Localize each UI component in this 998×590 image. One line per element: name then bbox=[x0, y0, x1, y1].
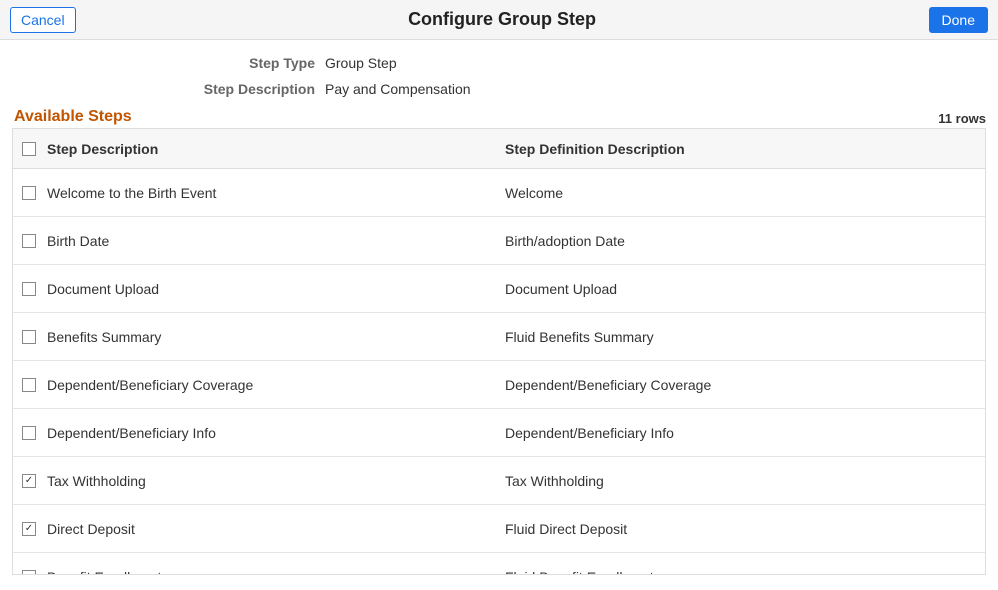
table-row: Dependent/Beneficiary CoverageDependent/… bbox=[13, 361, 985, 409]
row-checkbox[interactable] bbox=[22, 522, 36, 536]
checkbox-cell bbox=[13, 330, 45, 344]
row-checkbox[interactable] bbox=[22, 474, 36, 488]
available-steps-title: Available Steps bbox=[14, 108, 132, 126]
row-checkbox[interactable] bbox=[22, 426, 36, 440]
cell-description: Birth Date bbox=[45, 233, 505, 249]
cell-description: Dependent/Beneficiary Coverage bbox=[45, 377, 505, 393]
col-header-description[interactable]: Step Description bbox=[45, 141, 505, 157]
done-button[interactable]: Done bbox=[929, 7, 988, 33]
cell-definition: Dependent/Beneficiary Coverage bbox=[505, 377, 985, 393]
info-section: Step Type Group Step Step Description Pa… bbox=[0, 40, 998, 108]
available-steps-header: Available Steps 11 rows bbox=[0, 108, 998, 128]
step-desc-value: Pay and Compensation bbox=[325, 81, 471, 97]
col-header-definition[interactable]: Step Definition Description bbox=[505, 141, 985, 157]
cell-definition: Fluid Direct Deposit bbox=[505, 521, 985, 537]
table-row: Benefits SummaryFluid Benefits Summary bbox=[13, 313, 985, 361]
info-row-step-type: Step Type Group Step bbox=[0, 50, 998, 76]
available-steps-table: Step Description Step Definition Descrip… bbox=[12, 128, 986, 575]
table-row: Document UploadDocument Upload bbox=[13, 265, 985, 313]
step-desc-label: Step Description bbox=[0, 81, 325, 97]
select-all-cell bbox=[13, 142, 45, 156]
step-type-value: Group Step bbox=[325, 55, 397, 71]
cell-definition: Fluid Benefits Summary bbox=[505, 329, 985, 345]
row-checkbox[interactable] bbox=[22, 186, 36, 200]
table-row: Birth DateBirth/adoption Date bbox=[13, 217, 985, 265]
checkbox-cell bbox=[13, 426, 45, 440]
checkbox-cell bbox=[13, 378, 45, 392]
cancel-button[interactable]: Cancel bbox=[10, 7, 76, 33]
cell-description: Direct Deposit bbox=[45, 521, 505, 537]
checkbox-cell bbox=[13, 522, 45, 536]
cell-description: Tax Withholding bbox=[45, 473, 505, 489]
cell-description: Document Upload bbox=[45, 281, 505, 297]
row-checkbox[interactable] bbox=[22, 570, 36, 575]
row-checkbox[interactable] bbox=[22, 330, 36, 344]
cell-definition: Document Upload bbox=[505, 281, 985, 297]
table-header: Step Description Step Definition Descrip… bbox=[13, 129, 985, 169]
cell-description: Benefit Enrollment bbox=[45, 569, 505, 575]
table-row: Dependent/Beneficiary InfoDependent/Bene… bbox=[13, 409, 985, 457]
cell-definition: Dependent/Beneficiary Info bbox=[505, 425, 985, 441]
checkbox-cell bbox=[13, 234, 45, 248]
dialog-header: Cancel Configure Group Step Done bbox=[0, 0, 998, 40]
dialog-title: Configure Group Step bbox=[408, 9, 596, 30]
table-body[interactable]: Welcome to the Birth EventWelcomeBirth D… bbox=[13, 169, 985, 574]
checkbox-cell bbox=[13, 186, 45, 200]
row-checkbox[interactable] bbox=[22, 378, 36, 392]
info-row-step-desc: Step Description Pay and Compensation bbox=[0, 76, 998, 102]
step-type-label: Step Type bbox=[0, 55, 325, 71]
table-row: Benefit EnrollmentFluid Benefit Enrollme… bbox=[13, 553, 985, 574]
table-row: Welcome to the Birth EventWelcome bbox=[13, 169, 985, 217]
checkbox-cell bbox=[13, 282, 45, 296]
table-row: Direct DepositFluid Direct Deposit bbox=[13, 505, 985, 553]
row-count-label: 11 rows bbox=[938, 111, 986, 126]
row-checkbox[interactable] bbox=[22, 234, 36, 248]
row-checkbox[interactable] bbox=[22, 282, 36, 296]
cell-description: Dependent/Beneficiary Info bbox=[45, 425, 505, 441]
cell-definition: Tax Withholding bbox=[505, 473, 985, 489]
table-row: Tax WithholdingTax Withholding bbox=[13, 457, 985, 505]
checkbox-cell bbox=[13, 474, 45, 488]
cell-definition: Welcome bbox=[505, 185, 985, 201]
cell-definition: Birth/adoption Date bbox=[505, 233, 985, 249]
cell-description: Benefits Summary bbox=[45, 329, 505, 345]
cell-description: Welcome to the Birth Event bbox=[45, 185, 505, 201]
select-all-checkbox[interactable] bbox=[22, 142, 36, 156]
checkbox-cell bbox=[13, 570, 45, 575]
cell-definition: Fluid Benefit Enrollment bbox=[505, 569, 985, 575]
